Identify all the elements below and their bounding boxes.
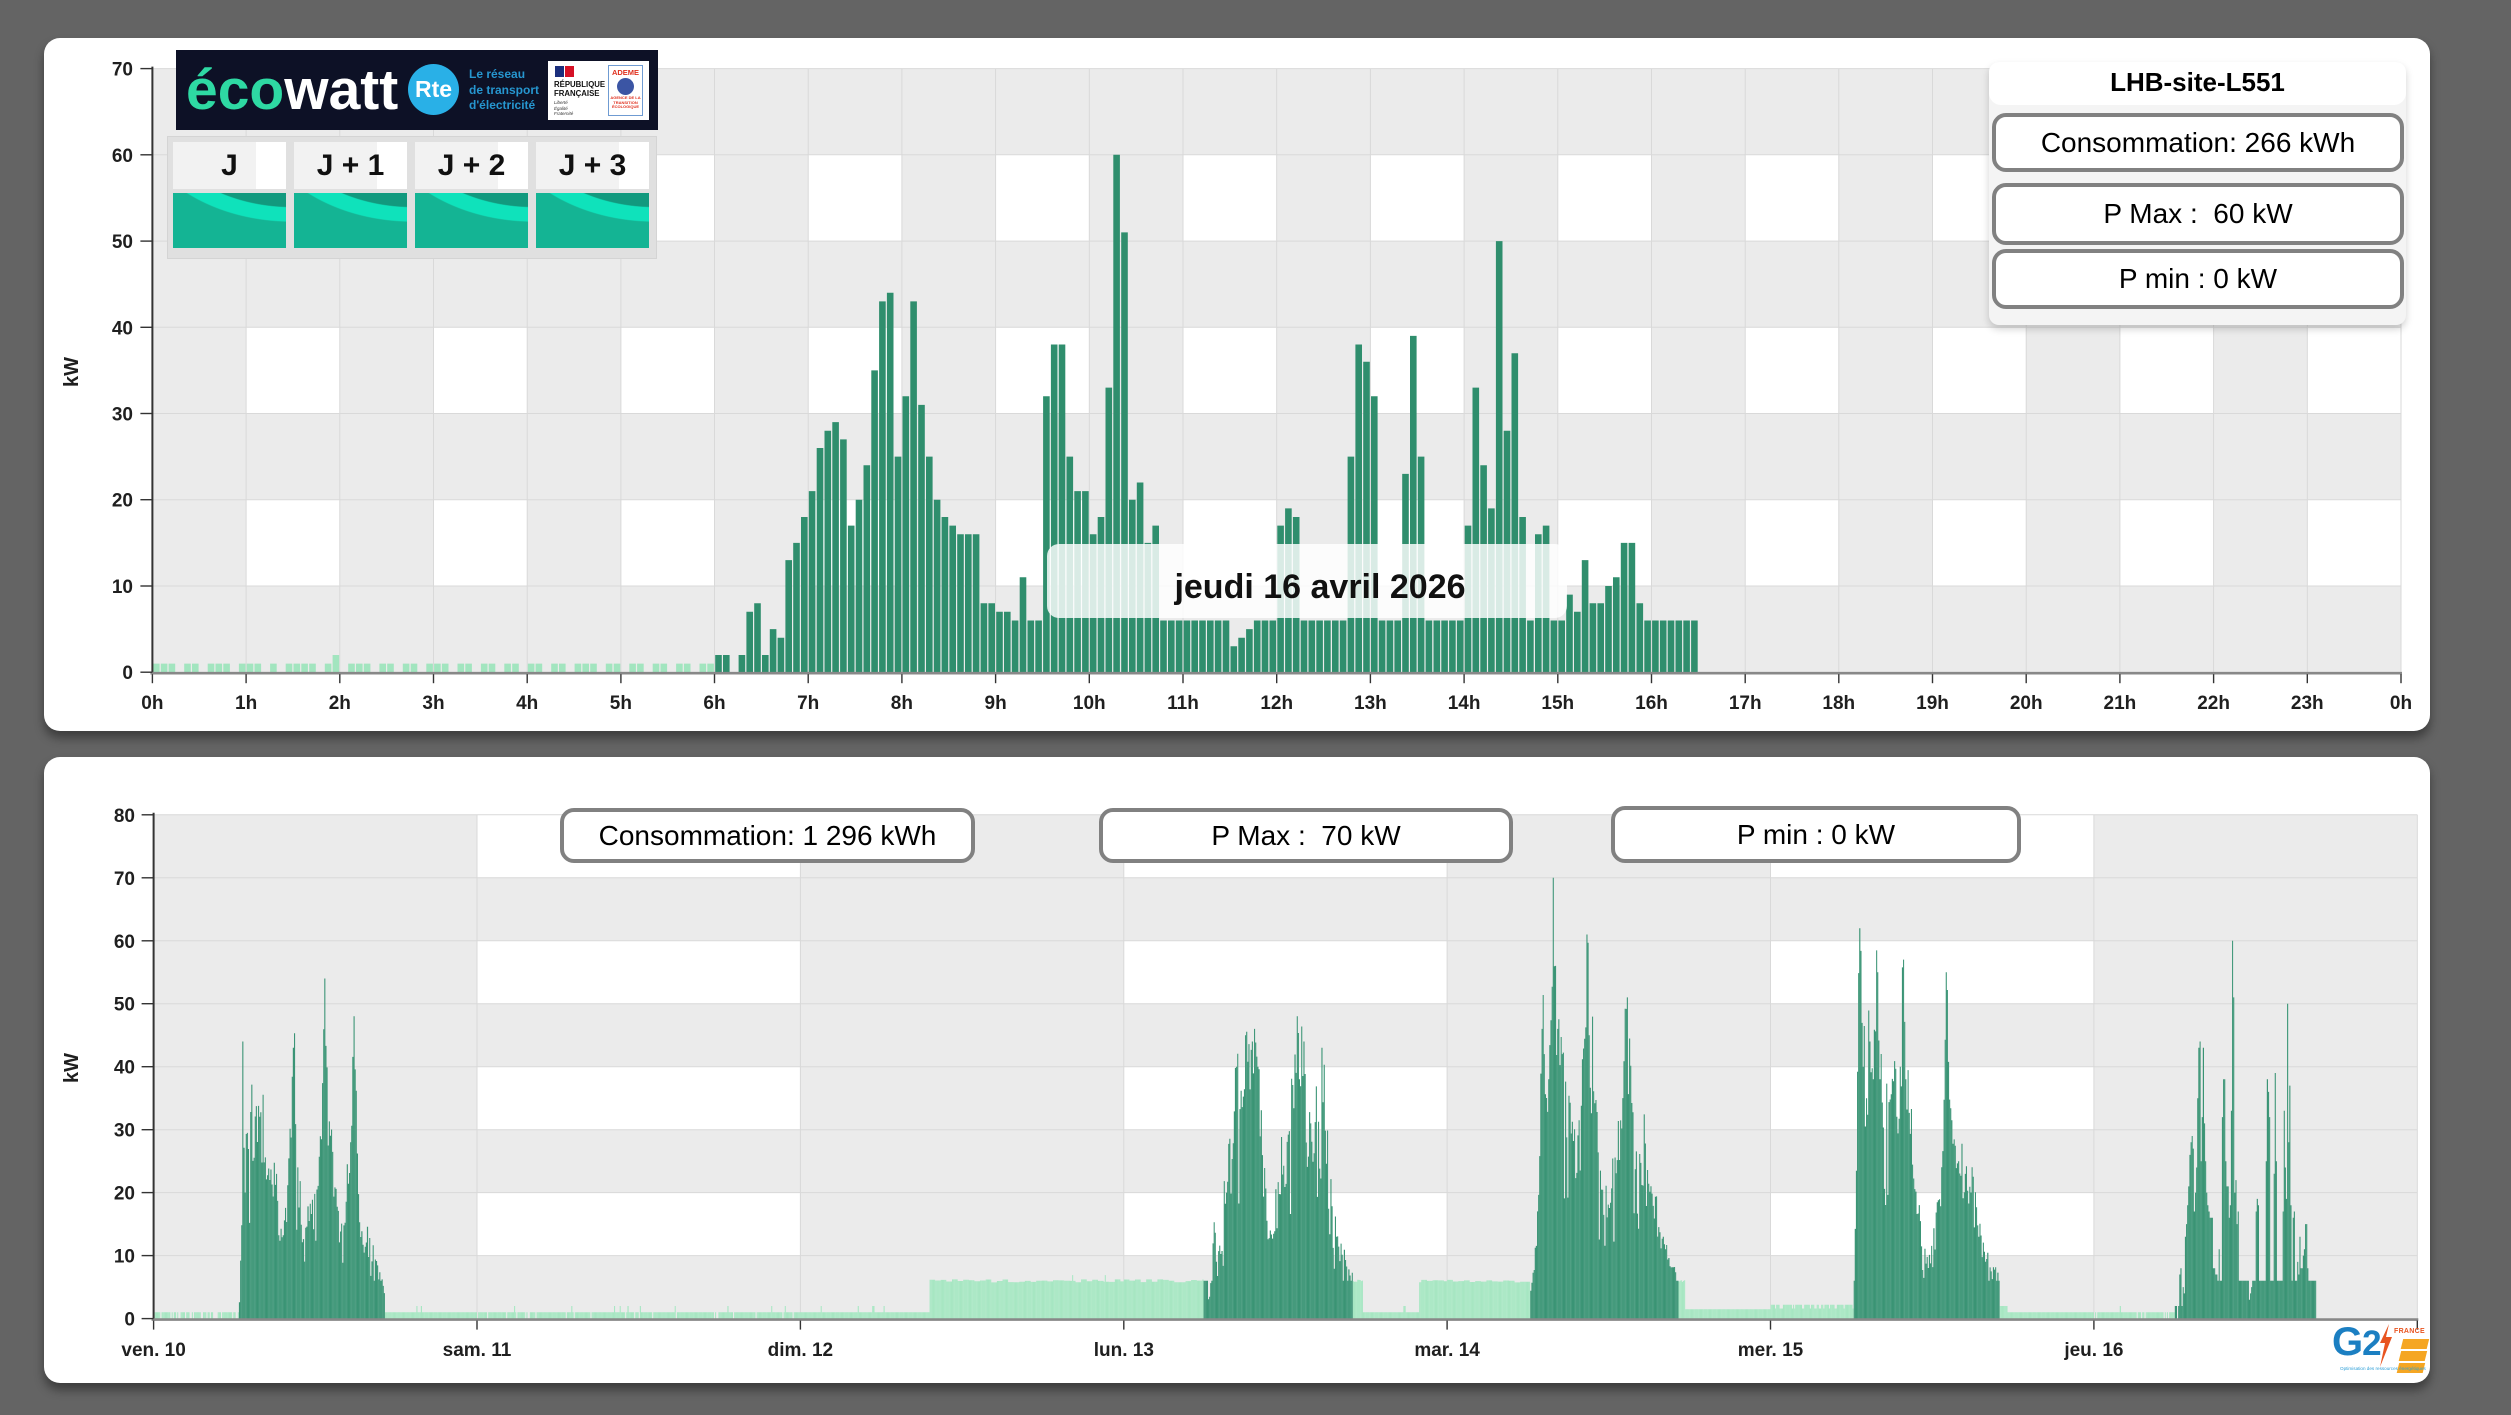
svg-text:10h: 10h [1073,693,1106,714]
svg-text:30: 30 [112,405,133,426]
svg-text:2h: 2h [329,693,351,714]
svg-text:70: 70 [114,869,135,890]
svg-text:5h: 5h [610,693,632,714]
svg-text:16h: 16h [1635,693,1668,714]
svg-text:mar. 14: mar. 14 [1414,1340,1480,1361]
svg-text:40: 40 [114,1058,135,1079]
svg-text:lun. 13: lun. 13 [1094,1340,1154,1361]
svg-text:21h: 21h [2104,693,2137,714]
svg-text:50: 50 [114,995,135,1016]
svg-text:7h: 7h [797,693,819,714]
svg-text:kW: kW [61,1053,83,1083]
svg-text:15h: 15h [1541,693,1574,714]
svg-text:mer. 15: mer. 15 [1738,1340,1804,1361]
svg-text:13h: 13h [1354,693,1387,714]
svg-text:dim. 12: dim. 12 [768,1340,833,1361]
svg-text:6h: 6h [703,693,725,714]
svg-text:4h: 4h [516,693,538,714]
svg-text:23h: 23h [2291,693,2324,714]
svg-text:1h: 1h [235,693,257,714]
svg-text:19h: 19h [1916,693,1949,714]
svg-text:0h: 0h [2390,693,2412,714]
svg-text:70: 70 [112,60,133,81]
svg-text:30: 30 [114,1121,135,1142]
svg-text:20h: 20h [2010,693,2043,714]
svg-text:20: 20 [114,1184,135,1205]
svg-text:40: 40 [112,318,133,339]
svg-text:sam. 11: sam. 11 [443,1340,512,1361]
svg-text:22h: 22h [2197,693,2230,714]
svg-text:ven. 10: ven. 10 [121,1340,185,1361]
svg-text:3h: 3h [422,693,444,714]
svg-text:0: 0 [124,1310,135,1331]
svg-text:20: 20 [112,491,133,512]
svg-text:11h: 11h [1167,693,1199,714]
svg-text:60: 60 [112,146,133,167]
svg-text:50: 50 [112,232,133,253]
svg-text:10: 10 [112,577,133,598]
svg-text:kW: kW [61,357,83,387]
svg-text:60: 60 [114,932,135,953]
svg-text:14h: 14h [1448,693,1481,714]
svg-text:80: 80 [114,806,135,827]
svg-text:17h: 17h [1729,693,1762,714]
svg-text:8h: 8h [891,693,913,714]
svg-text:0h: 0h [141,693,163,714]
svg-text:12h: 12h [1260,693,1293,714]
svg-text:9h: 9h [985,693,1007,714]
svg-text:jeu. 16: jeu. 16 [2063,1340,2123,1361]
svg-text:18h: 18h [1822,693,1855,714]
svg-text:0: 0 [122,663,133,684]
svg-text:10: 10 [114,1247,135,1268]
